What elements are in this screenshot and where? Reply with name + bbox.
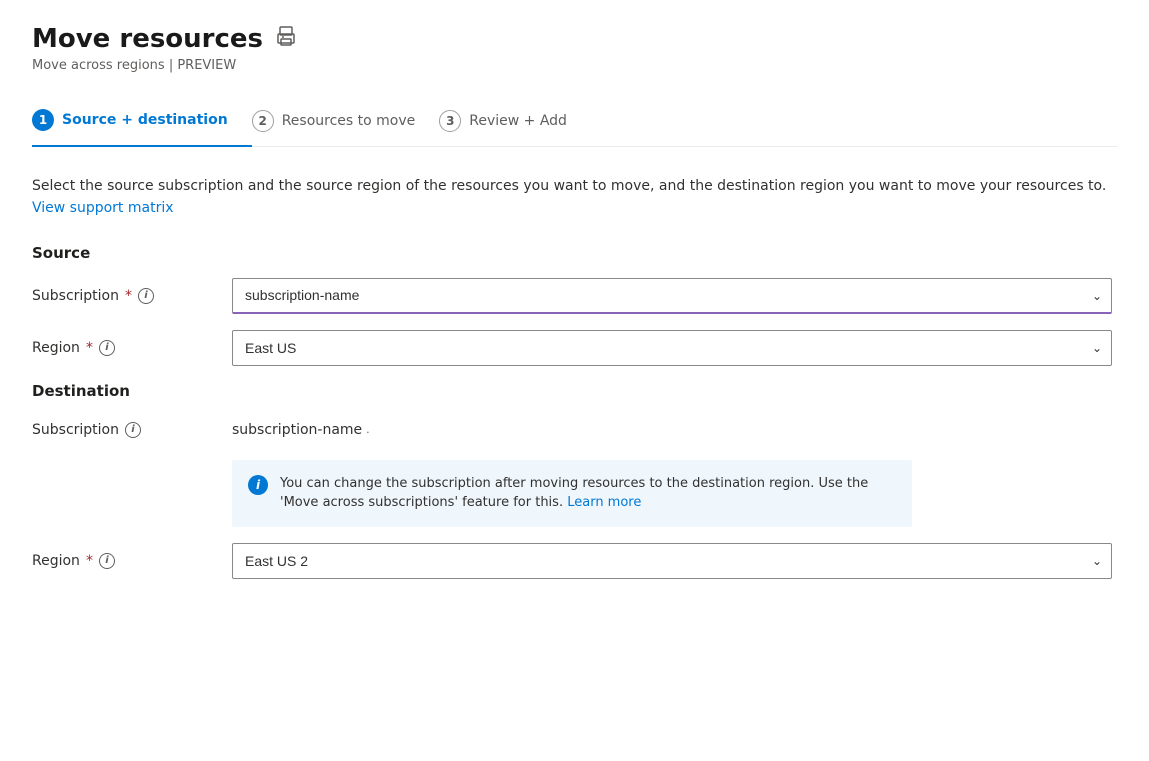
source-subscription-required: * — [125, 288, 132, 304]
step-3[interactable]: 3 Review + Add — [439, 98, 591, 146]
step-2-number: 2 — [252, 110, 274, 132]
source-region-label: Region * i — [32, 340, 232, 356]
destination-region-required: * — [86, 553, 93, 569]
source-region-dropdown[interactable]: East US East US 2 West US West US 2 Cent… — [232, 330, 1112, 366]
source-region-control: East US East US 2 West US West US 2 Cent… — [232, 330, 1112, 366]
page-subtitle: Move across regions | PREVIEW — [32, 58, 1117, 73]
description-text: Select the source subscription and the s… — [32, 175, 1112, 220]
print-icon[interactable] — [275, 26, 297, 53]
info-box-icon: i — [248, 475, 268, 495]
source-region-info-icon[interactable]: i — [99, 340, 115, 356]
page-title: Move resources — [32, 24, 263, 54]
source-subscription-dropdown[interactable]: subscription-name — [232, 278, 1112, 314]
source-subscription-dropdown-wrapper: subscription-name ⌄ — [232, 278, 1112, 314]
info-box-text: You can change the subscription after mo… — [280, 474, 896, 513]
source-subscription-control: subscription-name ⌄ — [232, 278, 1112, 314]
source-subscription-info-icon[interactable]: i — [138, 288, 154, 304]
page-header: Move resources — [32, 24, 1117, 54]
destination-section-title: Destination — [32, 382, 1117, 400]
step-1-number: 1 — [32, 109, 54, 131]
source-section-title: Source — [32, 244, 1117, 262]
step-1-label: Source + destination — [62, 112, 228, 128]
destination-section: Destination Subscription i subscription-… — [32, 382, 1117, 579]
destination-subscription-info-icon[interactable]: i — [125, 422, 141, 438]
destination-region-dropdown[interactable]: East US 2 East US West US West US 2 Cent… — [232, 543, 1112, 579]
destination-region-row: Region * i East US 2 East US West US Wes… — [32, 543, 1112, 579]
source-section: Source Subscription * i subscription-nam… — [32, 244, 1117, 366]
source-region-dropdown-wrapper: East US East US 2 West US West US 2 Cent… — [232, 330, 1112, 366]
destination-region-label: Region * i — [32, 553, 232, 569]
destination-subscription-row: Subscription i subscription-name . i You… — [32, 416, 1112, 527]
destination-subscription-value: subscription-name — [232, 416, 362, 444]
destination-subscription-label: Subscription i — [32, 416, 232, 438]
source-subscription-row: Subscription * i subscription-name ⌄ — [32, 278, 1112, 314]
step-3-number: 3 — [439, 110, 461, 132]
view-support-matrix-link[interactable]: View support matrix — [32, 200, 174, 216]
source-region-row: Region * i East US East US 2 West US Wes… — [32, 330, 1112, 366]
destination-info-box: i You can change the subscription after … — [232, 460, 912, 527]
step-3-label: Review + Add — [469, 113, 567, 129]
step-2-label: Resources to move — [282, 113, 416, 129]
main-container: Move resources Move across regions | PRE… — [0, 0, 1149, 761]
learn-more-link[interactable]: Learn more — [567, 495, 641, 510]
destination-region-info-icon[interactable]: i — [99, 553, 115, 569]
destination-subscription-dot: . — [366, 423, 370, 436]
destination-region-dropdown-wrapper: East US 2 East US West US West US 2 Cent… — [232, 543, 1112, 579]
step-1[interactable]: 1 Source + destination — [32, 97, 252, 147]
source-subscription-label: Subscription * i — [32, 288, 232, 304]
destination-region-control: East US 2 East US West US West US 2 Cent… — [232, 543, 1112, 579]
step-2[interactable]: 2 Resources to move — [252, 98, 440, 146]
source-region-required: * — [86, 340, 93, 356]
wizard-steps: 1 Source + destination 2 Resources to mo… — [32, 97, 1117, 147]
